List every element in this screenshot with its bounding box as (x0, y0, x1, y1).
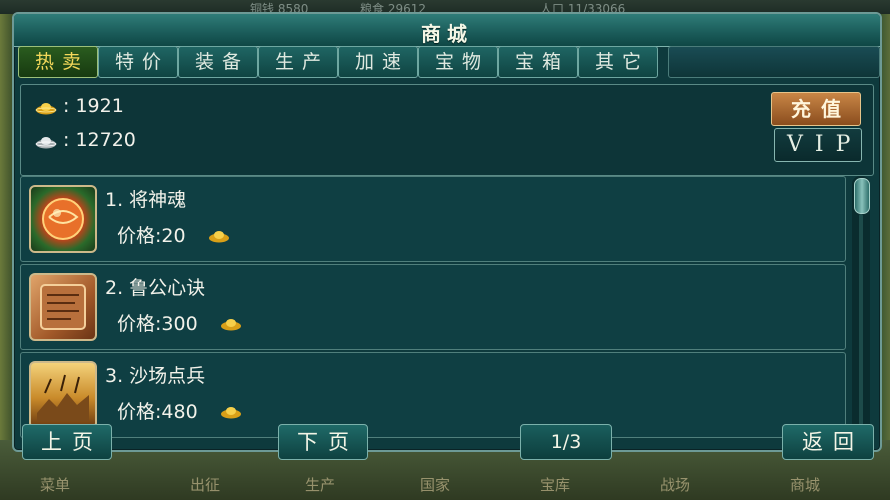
shop-item[interactable]: 2. 鲁公心诀 价格:300 (20, 264, 846, 350)
tab-production[interactable]: 生产 (258, 46, 338, 78)
tab-speedup[interactable]: 加速 (338, 46, 418, 78)
battle-icon (29, 361, 97, 429)
item-list-scrollbar[interactable] (852, 176, 870, 436)
page-indicator: 1/3 (520, 424, 612, 460)
shop-title-bar: 商城 (14, 14, 880, 47)
item-price: 价格:300 (117, 313, 198, 335)
tab-other[interactable]: 其它 (578, 46, 658, 78)
nav-treasury[interactable]: 宝库 (540, 474, 570, 495)
prev-page-button[interactable]: 上页 (22, 424, 112, 460)
gold-ingot-icon (221, 407, 241, 419)
tab-hot[interactable]: 热卖 (18, 46, 98, 78)
item-name: 3. 沙场点兵 (105, 365, 206, 387)
nav-country[interactable]: 国家 (420, 474, 450, 495)
shop-panel: 商城 热卖 特价 装备 生产 加速 宝物 宝箱 其它 : 1921 : 1272 (12, 12, 882, 452)
item-list: 1. 将神魂 价格:20 2. 鲁公心诀 价格:300 3. 沙场点兵 价格:4… (20, 176, 846, 438)
tab-special[interactable]: 特价 (98, 46, 178, 78)
shop-item[interactable]: 1. 将神魂 价格:20 (20, 176, 846, 262)
shop-item[interactable]: 3. 沙场点兵 价格:480 (20, 352, 846, 438)
nav-expedition[interactable]: 出征 (190, 474, 220, 495)
tab-equipment[interactable]: 装备 (178, 46, 258, 78)
item-name: 2. 鲁公心诀 (105, 277, 206, 299)
scroll-thumb[interactable] (854, 178, 870, 214)
tab-treasure[interactable]: 宝物 (418, 46, 498, 78)
silver-ingot-icon (35, 137, 57, 149)
item-name: 1. 将神魂 (105, 189, 187, 211)
nav-battlefield[interactable]: 战场 (660, 474, 690, 495)
tab-chest[interactable]: 宝箱 (498, 46, 578, 78)
orb-icon (29, 185, 97, 253)
vip-button[interactable]: VIP (774, 128, 862, 162)
nav-production[interactable]: 生产 (305, 474, 335, 495)
gold-ingot-icon (221, 319, 241, 331)
tab-bar-filler (668, 46, 880, 78)
next-page-button[interactable]: 下页 (278, 424, 368, 460)
currency-box: : 1921 : 12720 (20, 84, 874, 176)
scroll-track (859, 214, 863, 432)
recharge-button[interactable]: 充值 (771, 92, 861, 126)
nav-shop[interactable]: 商城 (790, 474, 820, 495)
item-price: 价格:20 (117, 225, 186, 247)
gold-ingot-icon (35, 103, 57, 115)
gold-amount: : 1921 (63, 95, 124, 117)
gold-ingot-icon (209, 231, 229, 243)
back-button[interactable]: 返回 (782, 424, 874, 460)
nav-menu[interactable]: 菜单 (40, 474, 70, 495)
item-price: 价格:480 (117, 401, 198, 423)
shop-title: 商城 (421, 22, 473, 46)
silver-amount: : 12720 (63, 129, 136, 151)
scroll-icon (29, 273, 97, 341)
